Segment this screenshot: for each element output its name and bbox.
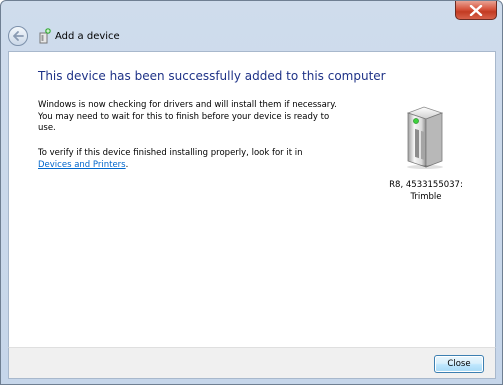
window-close-button[interactable] xyxy=(455,1,497,20)
close-button[interactable]: Close xyxy=(434,355,484,373)
back-button[interactable] xyxy=(8,26,28,46)
add-device-icon xyxy=(37,28,51,44)
close-icon xyxy=(469,4,483,16)
wizard-header: Add a device xyxy=(8,23,308,49)
window-title: Add a device xyxy=(55,30,120,42)
driver-info-text: Windows is now checking for drivers and … xyxy=(38,100,337,133)
device-name-line1: R8, 4533155037: xyxy=(389,180,463,190)
footer-bar: Close xyxy=(8,347,496,379)
success-heading: This device has been successfully added … xyxy=(38,69,386,83)
verify-text-prefix: To verify if this device finished instal… xyxy=(38,148,303,158)
add-device-window: Add a device This device has been succes… xyxy=(0,0,503,385)
device-name-line2: Trimble xyxy=(410,191,442,202)
device-name: R8, 4533155037: Trimble xyxy=(371,180,481,203)
close-button-label: Close xyxy=(447,359,471,369)
verify-info-text: To verify if this device finished instal… xyxy=(38,148,338,171)
device-icon xyxy=(400,105,450,169)
status-led xyxy=(413,118,419,124)
devices-and-printers-link[interactable]: Devices and Printers xyxy=(38,160,126,170)
back-arrow-icon xyxy=(13,31,24,41)
verify-text-suffix: . xyxy=(125,159,129,170)
content-panel: This device has been successfully added … xyxy=(8,51,496,347)
